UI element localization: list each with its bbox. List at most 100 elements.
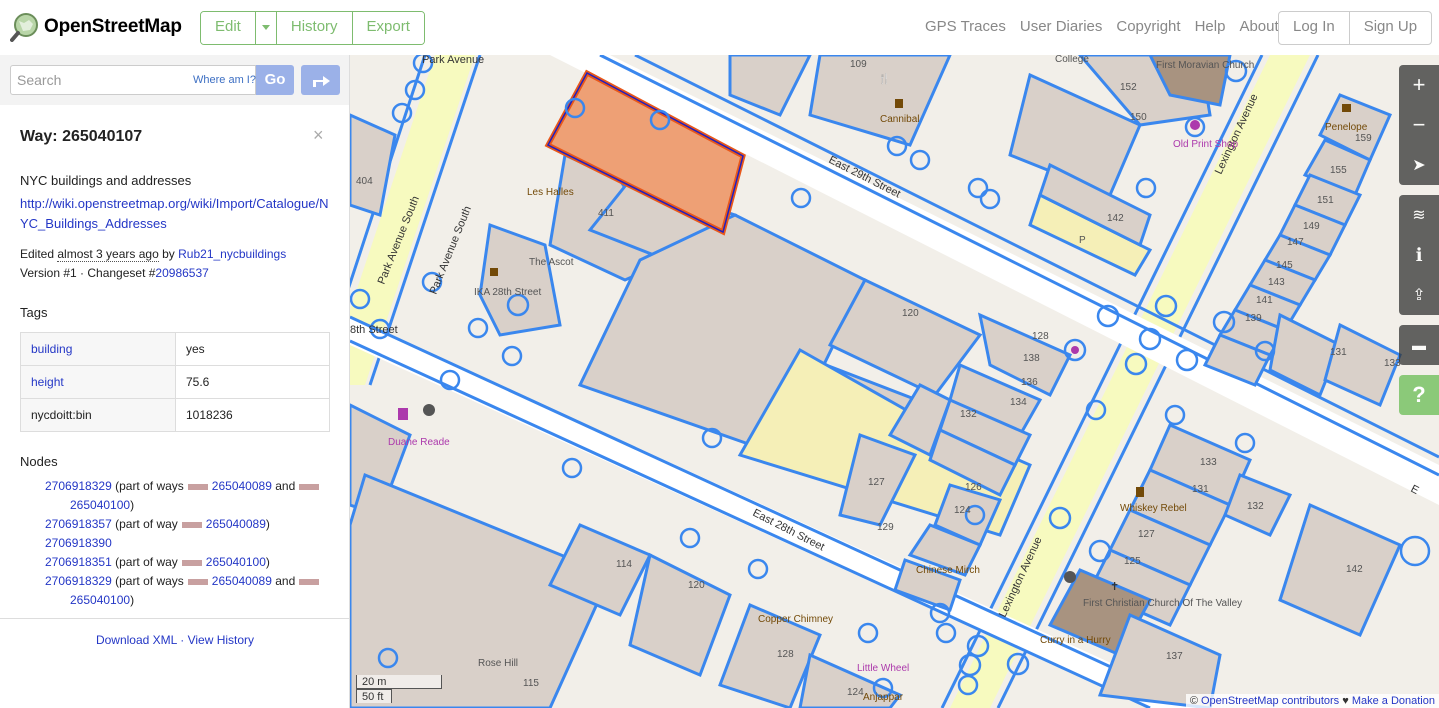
node-link[interactable]: 2706918351 xyxy=(45,555,112,569)
share-button[interactable]: ⇪ xyxy=(1399,275,1439,315)
shop-icon xyxy=(1071,346,1079,354)
label-old-print-shop: Old Print Shop xyxy=(1173,139,1238,150)
osm-logo-icon xyxy=(10,13,38,42)
label-115: 115 xyxy=(523,678,539,689)
layers-icon: ≋ xyxy=(1412,207,1426,224)
map-canvas[interactable]: .bld { fill: #d9d0c9; stroke: #3a87ee; s… xyxy=(350,55,1439,708)
label-120: 120 xyxy=(902,308,919,319)
go-button[interactable]: Go xyxy=(256,65,294,95)
label-133b: 133 xyxy=(1200,457,1217,468)
directions-button[interactable] xyxy=(301,65,340,95)
node-part-of: (part of ways xyxy=(115,574,184,588)
nav-user-diaries[interactable]: User Diaries xyxy=(1020,18,1103,35)
tag-key-link[interactable]: building xyxy=(31,342,72,356)
node-and: and xyxy=(275,479,296,493)
way-swatch xyxy=(181,521,202,528)
label-copper-chimney: Copper Chimney xyxy=(758,614,833,625)
table-row: building yes xyxy=(20,332,330,366)
export-button[interactable]: Export xyxy=(352,12,424,44)
wiki-link[interactable]: http://wiki.openstreetmap.org/wiki/Impor… xyxy=(20,194,329,234)
label-les-halles: Les Halles xyxy=(527,187,574,198)
label-anjappar: Anjappar xyxy=(863,692,904,703)
edit-button[interactable]: Edit xyxy=(201,12,256,44)
way-link[interactable]: 265040089 xyxy=(206,517,266,531)
way-link[interactable]: 265040100 xyxy=(70,498,130,512)
node-suffix: ) xyxy=(130,498,135,512)
where-am-i-link[interactable]: Where am I? xyxy=(193,74,256,86)
download-xml-link[interactable]: Download XML xyxy=(96,633,177,647)
locate-button[interactable]: ➤ xyxy=(1399,145,1439,185)
add-note-button[interactable]: ▬ xyxy=(1399,325,1439,365)
cafe-icon xyxy=(1342,104,1351,112)
label-114: 114 xyxy=(616,559,632,570)
edit-dropdown-button[interactable] xyxy=(255,12,277,44)
list-item: 2706918351 (part of way 265040100) xyxy=(45,553,329,572)
label-132b: 132 xyxy=(1247,501,1264,512)
way-swatch xyxy=(299,483,320,490)
donate-link[interactable]: Make a Donation xyxy=(1352,695,1435,707)
cafe-icon xyxy=(490,268,498,276)
login-button[interactable]: Log In xyxy=(1279,12,1350,44)
label-411: 411 xyxy=(598,208,614,219)
label-128b: 128 xyxy=(777,649,794,660)
label-little-wheel: Little Wheel xyxy=(857,663,909,674)
attribution: © OpenStreetMap contributors ♥ Make a Do… xyxy=(1185,694,1439,708)
nav-gps-traces[interactable]: GPS Traces xyxy=(925,18,1006,35)
table-row: height 75.6 xyxy=(20,365,330,399)
way-link[interactable]: 265040100 xyxy=(70,593,130,607)
way-swatch xyxy=(187,578,208,585)
edited-user-link[interactable]: Rub21_nycbuildings xyxy=(178,247,286,261)
history-button[interactable]: History xyxy=(276,12,353,44)
way-link[interactable]: 265040089 xyxy=(212,574,272,588)
label-duane-reade: Duane Reade xyxy=(388,437,450,448)
view-history-link[interactable]: View History xyxy=(188,633,254,647)
way-details: Way: 265040107 NYC buildings and address… xyxy=(0,105,349,630)
label-137: 137 xyxy=(1166,651,1183,662)
edited-prefix: Edited xyxy=(20,247,55,261)
nav-about[interactable]: About xyxy=(1239,18,1278,35)
nav-help[interactable]: Help xyxy=(1195,18,1226,35)
logo[interactable]: OpenStreetMap xyxy=(10,12,182,42)
way-link[interactable]: 265040100 xyxy=(206,555,266,569)
label-131b: 131 xyxy=(1192,484,1209,495)
tag-key-link[interactable]: height xyxy=(31,375,64,389)
nav-copyright[interactable]: Copyright xyxy=(1116,18,1180,35)
nodes-heading: Nodes xyxy=(20,454,58,469)
edit-history-export-group: Edit History Export xyxy=(200,11,425,45)
label-129: 129 xyxy=(877,522,894,533)
sidebar: Search Where am I? Go × Way: 265040107 N… xyxy=(0,55,350,708)
way-title: Way: 265040107 xyxy=(20,128,143,145)
zoom-in-button[interactable]: + xyxy=(1399,65,1439,105)
restaurant-icon: 🍴 xyxy=(878,72,890,85)
zoom-out-button[interactable]: − xyxy=(1399,105,1439,145)
node-link[interactable]: 2706918357 xyxy=(45,517,112,531)
label-126: 126 xyxy=(965,482,982,493)
layers-button[interactable]: ≋ xyxy=(1399,195,1439,235)
label-132: 132 xyxy=(960,409,977,420)
map[interactable]: .bld { fill: #d9d0c9; stroke: #3a87ee; s… xyxy=(350,55,1439,708)
way-swatch xyxy=(181,559,202,566)
church-cross-icon: ✝ xyxy=(1110,581,1119,593)
chevron-down-icon xyxy=(261,24,270,30)
node-link[interactable]: 2706918329 xyxy=(45,479,112,493)
osm-contributors-link[interactable]: OpenStreetMap contributors xyxy=(1201,695,1339,707)
way-link[interactable]: 265040089 xyxy=(212,479,272,493)
node-part-of: (part of way xyxy=(115,555,178,569)
query-features-button[interactable]: ? xyxy=(1399,375,1439,415)
label-parking: P xyxy=(1079,235,1086,246)
close-icon[interactable]: × xyxy=(313,125,324,146)
node-link[interactable]: 2706918329 xyxy=(45,574,112,588)
label-145: 145 xyxy=(1276,260,1293,271)
list-item: 2706918390 xyxy=(45,534,329,553)
tag-value: 75.6 xyxy=(175,365,330,399)
tags-heading: Tags xyxy=(20,305,48,320)
node-link[interactable]: 2706918390 xyxy=(45,536,112,550)
label-142b: 142 xyxy=(1346,564,1363,575)
directions-icon xyxy=(312,76,330,87)
changeset-link[interactable]: 20986537 xyxy=(155,266,208,280)
signup-button[interactable]: Sign Up xyxy=(1350,12,1431,44)
label-143: 143 xyxy=(1268,277,1285,288)
map-key-button[interactable]: ℹ xyxy=(1399,235,1439,275)
map-controls-layers: ≋ ℹ ⇪ xyxy=(1399,195,1439,315)
node-suffix: ) xyxy=(265,555,270,569)
